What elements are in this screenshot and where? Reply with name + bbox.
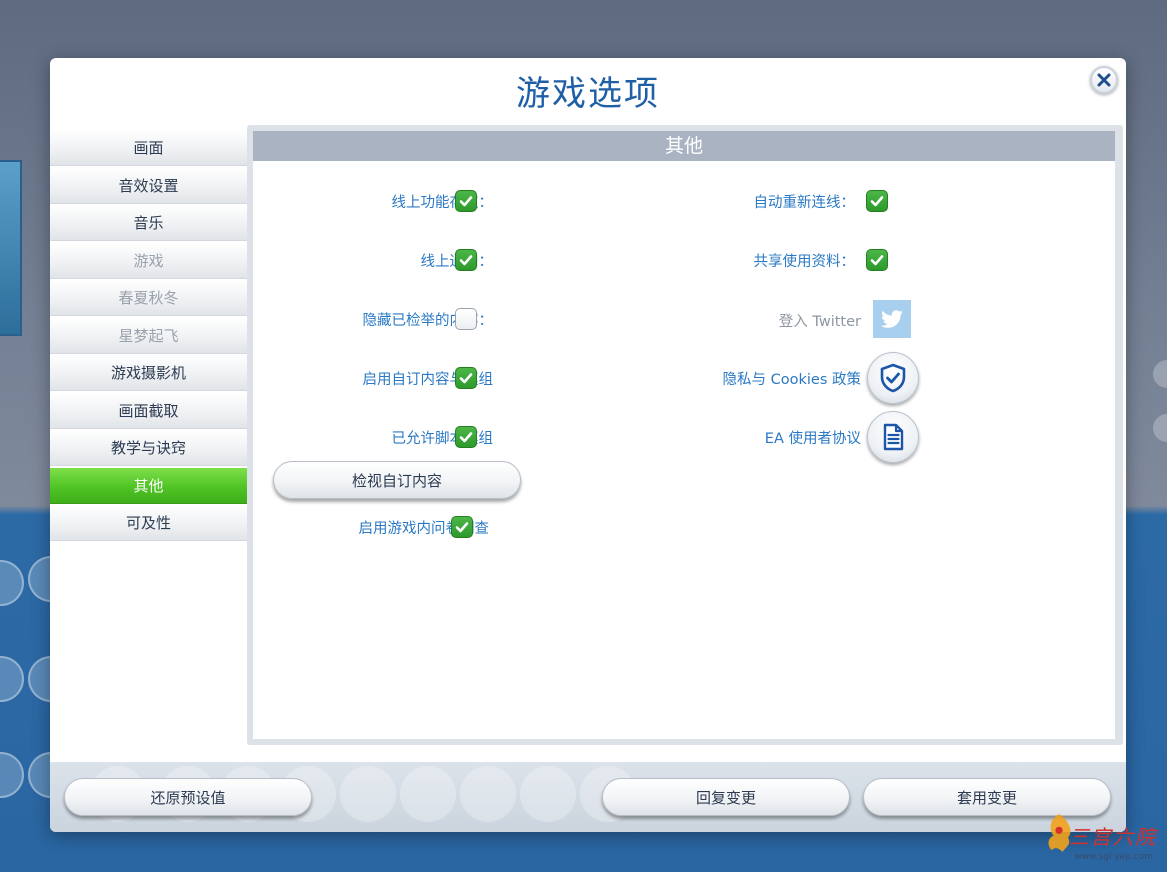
background-game-icon [400,766,456,822]
background-game-icon [0,752,24,798]
auto-reconnect-checkbox[interactable] [866,190,888,212]
checkmark-icon [455,522,469,533]
panel-header: 其他 [253,131,1115,161]
online-access-checkbox[interactable] [455,190,477,212]
sidebar-item-get-famous[interactable]: 星梦起飞 [50,317,247,354]
checkmark-icon [459,255,473,266]
twitter-icon [881,310,903,328]
watermark-text: 三宫六院 [1069,825,1157,849]
privacy-policy-button[interactable] [867,352,919,404]
background-game-icon [460,766,516,822]
eula-label: EA 使用者协议 [764,431,861,447]
sidebar-item-camera[interactable]: 游戏摄影机 [50,355,247,391]
online-access-label: 线上功能存取： [391,195,494,211]
dialog-title: 游戏选项 [516,74,660,114]
revert-changes-button[interactable]: 回复变更 [602,778,850,816]
options-panel-frame: 其他 线上功能存取： 线上通知： 隐藏已检举的内容： 启用自订内容与模组 已允许… [247,125,1123,745]
dialog-footer: 还原预设值 回复变更 套用变更 [50,762,1126,832]
background-game-icon [520,766,576,822]
eula-button[interactable] [867,411,919,463]
twitter-login-label: 登入 Twitter [778,314,861,330]
checkmark-icon [459,196,473,207]
sidebar-item-gameplay[interactable]: 游戏 [50,242,247,279]
options-panel: 其他 线上功能存取： 线上通知： 隐藏已检举的内容： 启用自订内容与模组 已允许… [253,131,1115,739]
sidebar-item-accessibility[interactable]: 可及性 [50,505,247,541]
background-game-icon [0,560,24,606]
restore-defaults-button[interactable]: 还原预设值 [64,778,312,816]
survey-checkbox[interactable] [451,516,473,538]
game-options-dialog: 游戏选项 画面 音效设置 音乐 游戏 春夏秋冬 星梦起飞 游戏摄影机 画面截取 … [50,58,1126,832]
online-notifications-checkbox[interactable] [455,249,477,271]
checkmark-icon [459,373,473,384]
script-mods-checkbox[interactable] [455,426,477,448]
checkmark-icon [459,432,473,443]
script-mods-label: 已允许脚本模组 [391,431,494,447]
privacy-policy-label: 隐私与 Cookies 政策 [722,372,862,388]
checkmark-icon [870,255,884,266]
background-game-icon [340,766,396,822]
watermark: 三宫六院 www.sgl yep.com [1041,804,1161,866]
sidebar-item-capture[interactable]: 画面截取 [50,392,247,429]
sidebar-item-seasons[interactable]: 春夏秋冬 [50,280,247,316]
share-usage-label: 共享使用资料： [753,254,856,270]
sidebar-item-tutorial[interactable]: 教学与诀窍 [50,430,247,466]
close-icon [1097,73,1111,87]
hide-reported-checkbox[interactable] [455,308,477,330]
document-icon [883,423,904,451]
shield-check-icon [880,363,906,393]
checkmark-icon [870,196,884,207]
view-custom-content-button[interactable]: 检视自订内容 [273,461,521,499]
share-usage-checkbox[interactable] [866,249,888,271]
custom-content-checkbox[interactable] [455,367,477,389]
background-game-icon [1153,360,1167,388]
sidebar-item-graphics[interactable]: 画面 [50,130,247,166]
background-game-tile [0,160,22,336]
background-game-icon [1153,414,1167,442]
sidebar-item-other[interactable]: 其他 [50,467,247,504]
sidebar-item-audio[interactable]: 音效设置 [50,167,247,204]
close-button[interactable] [1090,66,1118,94]
twitter-login-button[interactable] [873,300,911,338]
background-game-icon [0,656,24,702]
options-sidebar: 画面 音效设置 音乐 游戏 春夏秋冬 星梦起飞 游戏摄影机 画面截取 教学与诀窍… [50,130,247,543]
auto-reconnect-label: 自动重新连线： [753,195,856,211]
sidebar-item-music[interactable]: 音乐 [50,205,247,241]
watermark-url: www.sgl yep.com [1074,852,1153,862]
